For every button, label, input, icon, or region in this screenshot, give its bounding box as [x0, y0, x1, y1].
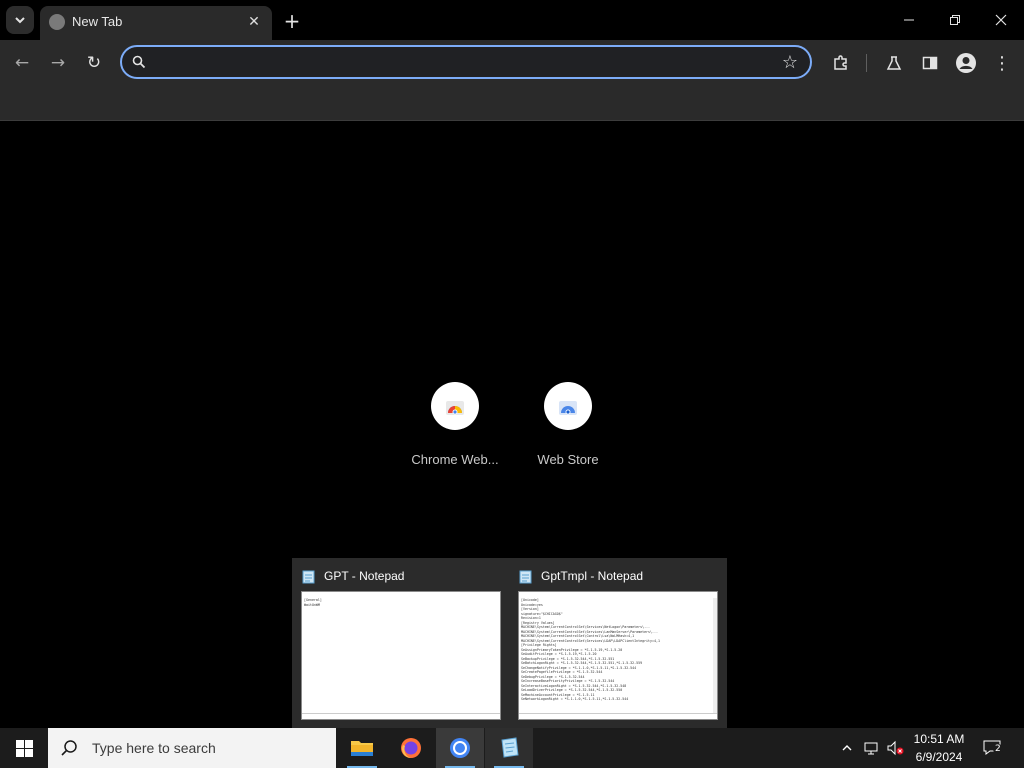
preview-thumbnail: [Unicode] Unicode=yes [Version] signatur… — [518, 591, 718, 720]
tab-title: New Tab — [72, 14, 123, 29]
reload-button[interactable]: ↻ — [80, 49, 108, 77]
taskbar-clock[interactable]: 10:51 AM 6/9/2024 — [906, 730, 972, 766]
preview-title: GptTmpl - Notepad — [541, 569, 644, 583]
notification-count: 2 — [993, 744, 1003, 754]
volume-muted-icon — [887, 740, 904, 756]
preview-header: GptTmpl - Notepad — [518, 567, 643, 585]
taskbar-search-placeholder: Type here to search — [92, 740, 216, 756]
shortcut-label: Web Store — [537, 452, 599, 467]
minimize-button[interactable] — [886, 6, 932, 34]
flask-icon — [886, 56, 902, 70]
notepad-icon — [302, 570, 315, 583]
action-center-button[interactable]: 2 — [980, 738, 1006, 758]
address-input[interactable] — [156, 51, 770, 75]
web-store-icon — [544, 382, 592, 430]
kebab-menu-icon: ⋮ — [993, 52, 1011, 74]
network-icon — [864, 742, 878, 755]
preview-status-bar — [519, 713, 717, 719]
tab-favicon-icon — [49, 14, 65, 30]
restore-button[interactable] — [932, 6, 978, 34]
firefox-icon — [401, 738, 421, 758]
notepad-icon — [519, 570, 532, 583]
puzzle-icon — [834, 55, 847, 70]
chevron-down-icon — [15, 17, 25, 24]
preview-status-bar — [302, 713, 500, 719]
close-icon — [995, 14, 1007, 26]
menu-button[interactable]: ⋮ — [988, 49, 1016, 77]
volume-tray-button[interactable] — [884, 738, 906, 758]
back-button[interactable]: ← — [8, 49, 36, 77]
side-panel-button[interactable] — [916, 49, 944, 77]
bookmarks-bar — [0, 86, 1024, 121]
preview-thumbnail: [General] WaitOnWM — [301, 591, 501, 720]
chrome-web-store-icon — [431, 382, 479, 430]
profile-button[interactable] — [952, 49, 980, 77]
windows-logo-icon — [15, 739, 33, 757]
notepad-icon — [501, 737, 519, 758]
chevron-up-icon — [842, 745, 852, 751]
preview-header: GPT - Notepad — [301, 567, 404, 585]
restore-icon — [950, 15, 960, 25]
shortcut-chrome-web-store[interactable]: Chrome Web... — [407, 380, 503, 467]
forward-button[interactable]: → — [44, 49, 72, 77]
chrome-icon — [450, 738, 470, 758]
close-window-button[interactable] — [978, 6, 1024, 34]
show-hidden-icons-button[interactable] — [838, 738, 856, 758]
minimize-icon — [904, 19, 914, 21]
taskbar-thumbnail-preview: GPT - Notepad [General] WaitOnWM GptTmpl… — [292, 558, 727, 728]
preview-window-gpt-notepad[interactable]: GPT - Notepad [General] WaitOnWM — [292, 558, 502, 728]
preview-content: [Unicode] Unicode=yes [Version] signatur… — [521, 598, 660, 701]
reload-icon: ↻ — [86, 53, 102, 73]
address-bar[interactable]: ☆ — [120, 45, 812, 79]
taskbar-notepad[interactable] — [485, 728, 533, 768]
start-button[interactable] — [0, 728, 48, 768]
arrow-left-icon: ← — [14, 53, 30, 73]
search-icon — [132, 55, 146, 69]
close-tab-icon[interactable]: ✕ — [244, 12, 264, 32]
preview-scrollbar — [713, 598, 717, 714]
clock-time: 10:51 AM — [913, 732, 965, 746]
shortcut-label: Chrome Web... — [411, 452, 499, 467]
preview-window-gpttmpl-notepad[interactable]: GptTmpl - Notepad [Unicode] Unicode=yes … — [509, 558, 719, 728]
avatar-icon — [956, 53, 976, 73]
labs-button[interactable] — [880, 49, 908, 77]
network-tray-button[interactable] — [861, 738, 881, 758]
folder-icon — [351, 741, 373, 756]
tab-search-button[interactable] — [6, 6, 34, 34]
search-icon — [61, 740, 77, 756]
shortcut-web-store[interactable]: Web Store — [520, 380, 616, 467]
arrow-right-icon: → — [50, 53, 66, 73]
taskbar-chrome[interactable] — [436, 728, 484, 768]
taskbar-search-box[interactable]: Type here to search — [48, 728, 336, 768]
bookmark-star-icon[interactable]: ☆ — [782, 52, 798, 73]
preview-title: GPT - Notepad — [324, 569, 405, 583]
tab-new-tab[interactable]: New Tab ✕ — [40, 6, 272, 40]
clock-date: 6/9/2024 — [915, 750, 963, 764]
extensions-button[interactable] — [827, 49, 855, 77]
taskbar-firefox[interactable] — [387, 728, 435, 768]
toolbar-separator — [866, 54, 867, 72]
side-panel-icon — [922, 56, 938, 70]
taskbar-file-explorer[interactable] — [338, 728, 386, 768]
preview-content: [General] WaitOnWM — [304, 598, 322, 607]
new-tab-button[interactable]: + — [280, 9, 304, 33]
